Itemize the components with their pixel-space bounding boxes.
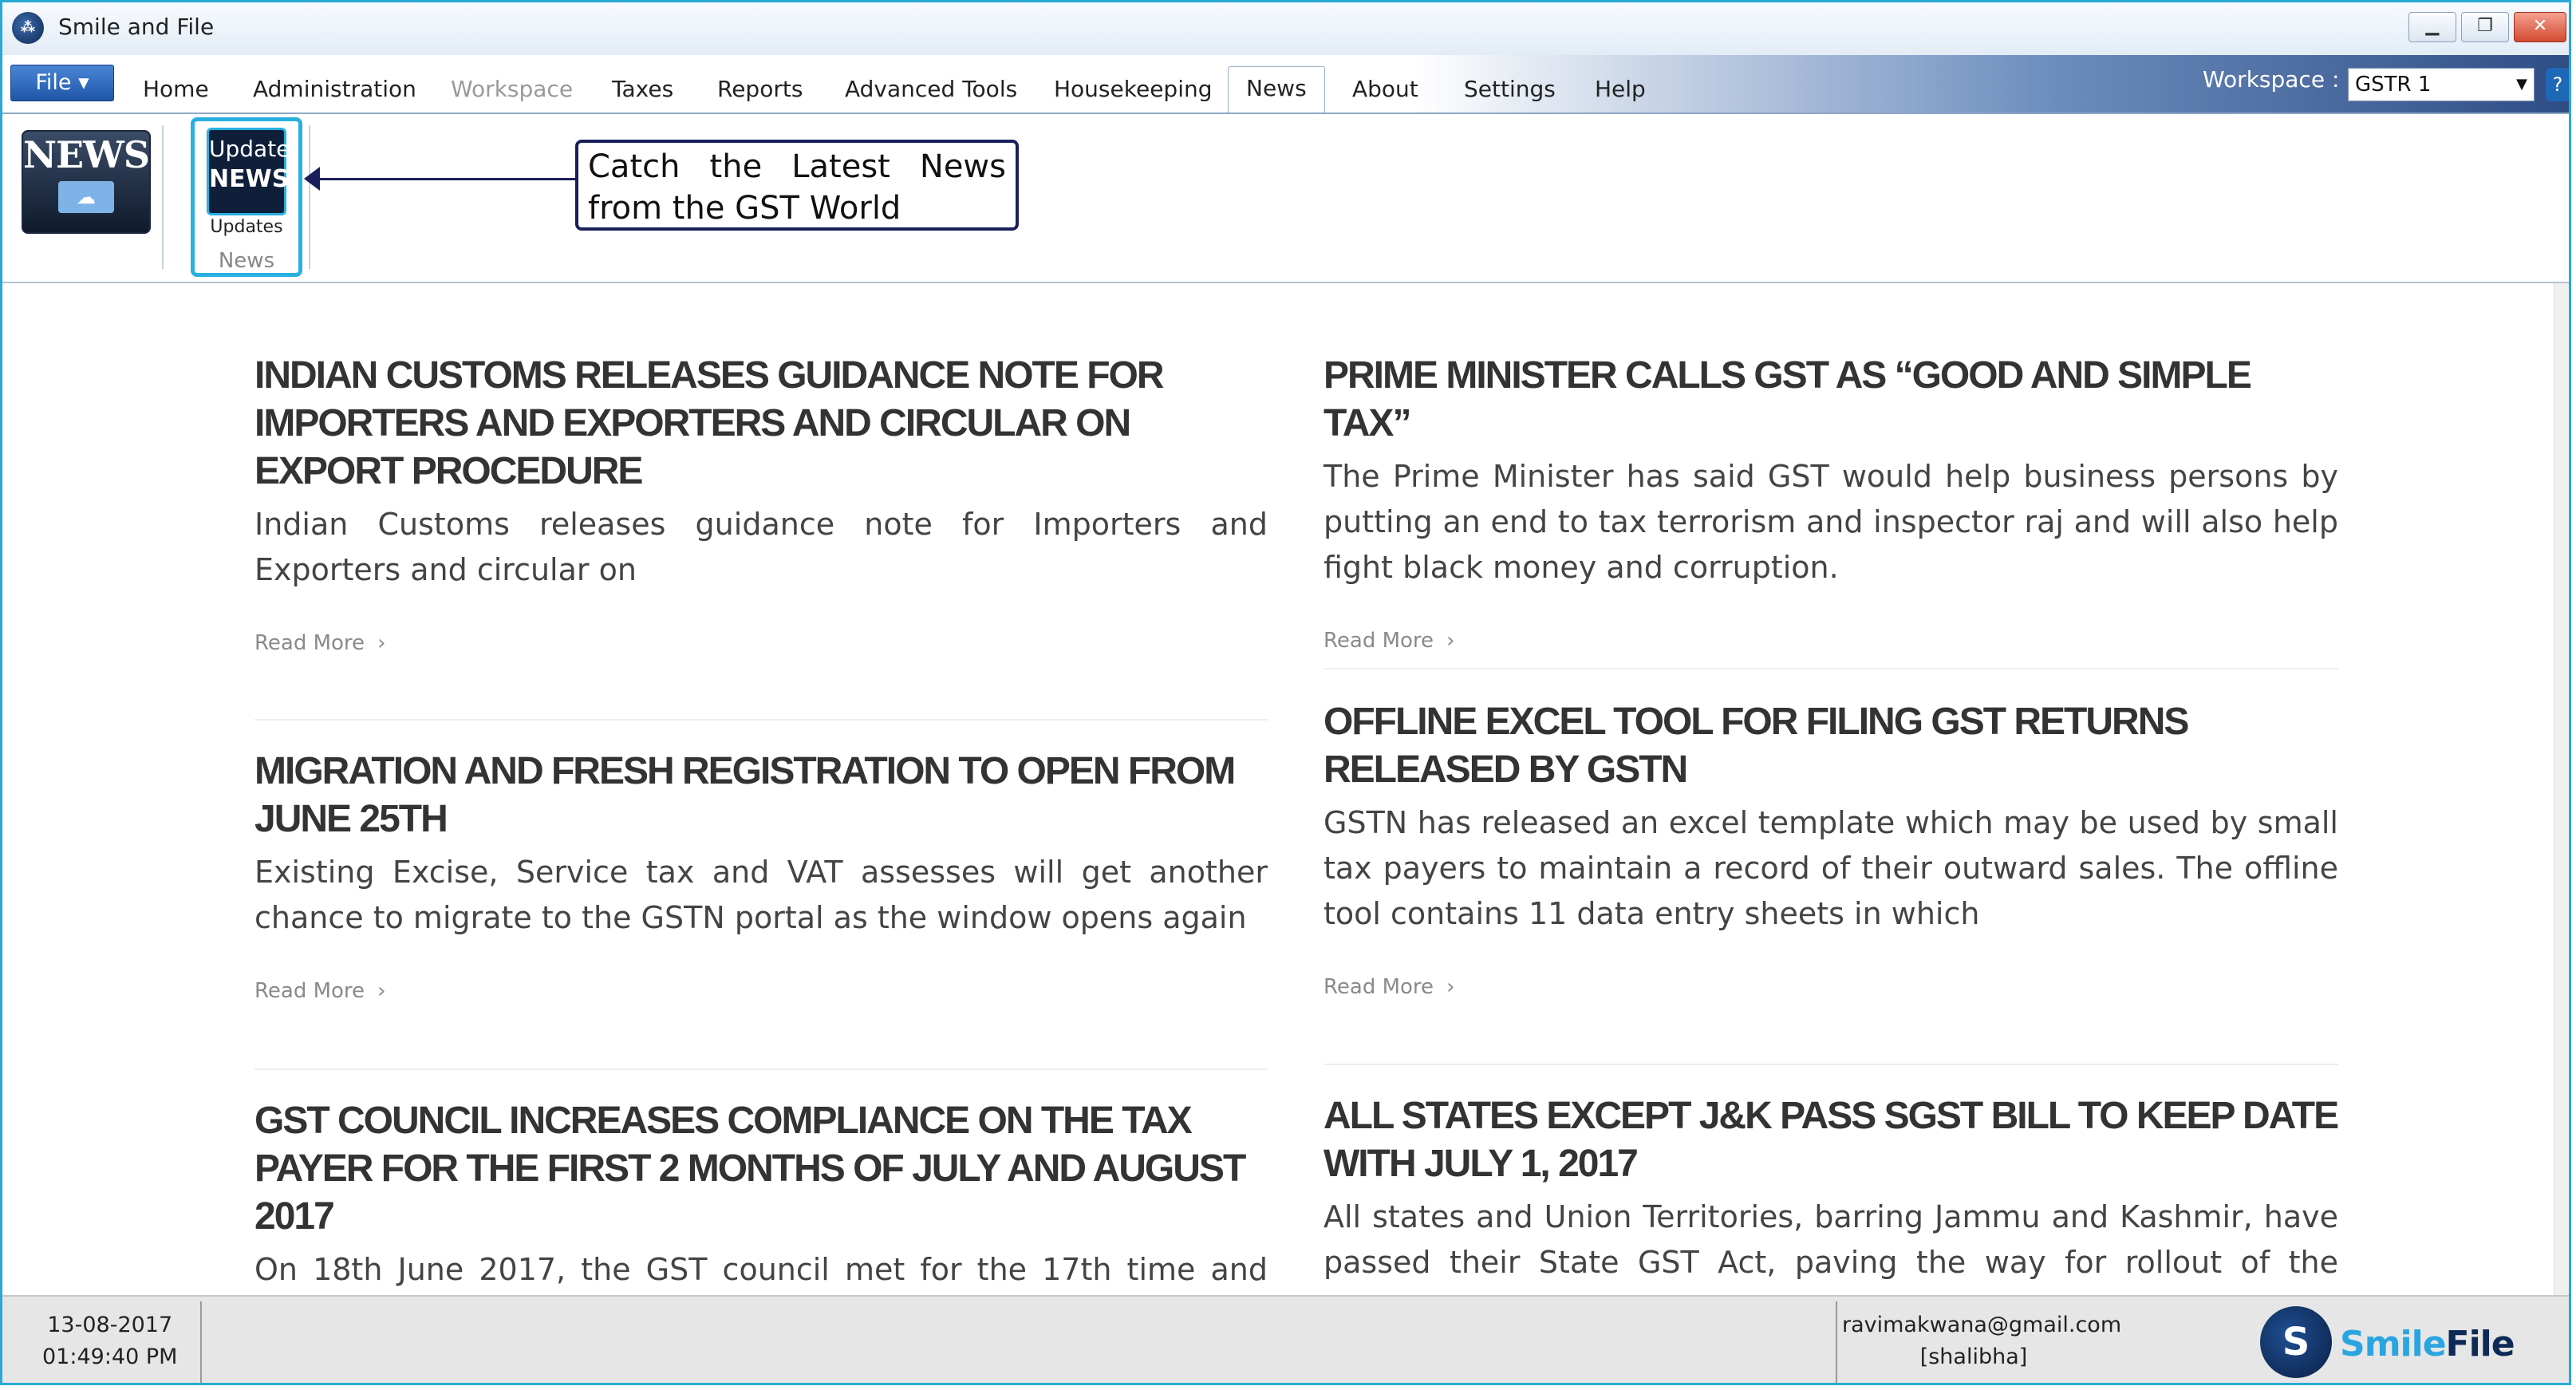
update-news-label: Updates: [210, 217, 283, 237]
read-more-label: Read More: [1324, 629, 1434, 653]
globe-icon: ☁: [58, 181, 114, 213]
news-summary: The Prime Minister has said GST would he…: [1324, 459, 2338, 585]
close-button[interactable]: ✕: [2514, 12, 2566, 42]
status-date: 13-08-2017: [47, 1313, 173, 1337]
news-headline[interactable]: MIGRATION AND FRESH REGISTRATION TO OPEN…: [254, 748, 1268, 843]
menu-home[interactable]: Home: [143, 76, 209, 102]
ribbon-separator: [309, 125, 310, 269]
update-news-top-text: Update: [209, 136, 290, 162]
file-menu-button[interactable]: File ▾: [10, 65, 114, 101]
news-article: OFFLINE EXCEL TOOL FOR FILING GST RETURN…: [1324, 698, 2338, 999]
workspace-label: Workspace :: [2203, 66, 2340, 93]
ribbon: NEWS ☁ Update NEWS Updates News: [2, 114, 2569, 283]
status-bar: 13-08-2017 01:49:40 PM ravimakwana@gmail…: [2, 1295, 2569, 1383]
status-user: ravimakwana@gmail.com [shalibha]: [1842, 1309, 2122, 1373]
news-article: MIGRATION AND FRESH REGISTRATION TO OPEN…: [254, 748, 1268, 1003]
divider: [1324, 1064, 2338, 1065]
menu-about[interactable]: About: [1352, 76, 1418, 102]
read-more-link[interactable]: Read More ›: [254, 979, 1268, 1003]
news-summary: GSTN has released an excel template whic…: [1324, 805, 2338, 931]
chevron-right-icon: ›: [377, 979, 386, 1003]
read-more-link[interactable]: Read More ›: [254, 631, 1268, 655]
chevron-right-icon: ›: [1446, 975, 1455, 999]
help-icon[interactable]: ?: [2546, 68, 2569, 101]
news-summary: Existing Excise, Service tax and VAT ass…: [254, 855, 1268, 935]
chevron-right-icon: ›: [1446, 629, 1455, 653]
news-headline[interactable]: GST COUNCIL INCREASES COMPLIANCE ON THE …: [254, 1097, 1268, 1241]
read-more-link[interactable]: Read More ›: [1324, 629, 2338, 653]
divider: [254, 1068, 1268, 1070]
read-more-label: Read More: [1324, 975, 1434, 999]
workspace-select[interactable]: GSTR 1 ▼: [2348, 68, 2535, 101]
news-logo-icon: NEWS ☁: [22, 130, 151, 234]
menu-news[interactable]: News: [1228, 66, 1325, 113]
news-summary: Indian Customs releases guidance note fo…: [254, 507, 1268, 587]
news-content: INDIAN CUSTOMS RELEASES GUIDANCE NOTE FO…: [2, 283, 2569, 1295]
menu-bar: File ▾ Home Administration Workspace Tax…: [2, 55, 2569, 114]
news-logo-text: NEWS: [23, 133, 150, 176]
menu-workspace: Workspace: [451, 76, 574, 102]
status-email: ravimakwana@gmail.com: [1842, 1313, 2122, 1337]
chevron-right-icon: ›: [377, 631, 386, 655]
divider: [1324, 668, 2338, 669]
news-article: GST COUNCIL INCREASES COMPLIANCE ON THE …: [254, 1097, 1268, 1295]
menu-administration[interactable]: Administration: [253, 76, 416, 102]
divider: [254, 719, 1268, 721]
app-logo-icon: ⁂: [12, 12, 44, 44]
menu-help[interactable]: Help: [1595, 76, 1646, 102]
update-news-bottom-text: NEWS: [209, 165, 290, 193]
news-article: INDIAN CUSTOMS RELEASES GUIDANCE NOTE FO…: [254, 352, 1268, 655]
news-headline[interactable]: INDIAN CUSTOMS RELEASES GUIDANCE NOTE FO…: [254, 352, 1268, 496]
window-title: Smile and File: [58, 14, 215, 40]
menu-reports[interactable]: Reports: [717, 76, 803, 102]
status-separator: [1836, 1301, 1837, 1383]
menu-taxes[interactable]: Taxes: [612, 76, 673, 102]
brand-logo-icon: S: [2260, 1306, 2332, 1378]
brand-smile-text: Smile: [2340, 1324, 2447, 1364]
status-username: [shalibha]: [1919, 1345, 2028, 1369]
update-news-group: Update NEWS Updates News: [191, 117, 302, 277]
callout-box: Catch the Latest News from the GST World: [575, 140, 1019, 231]
news-summary: All states and Union Territories, barrin…: [1324, 1199, 2338, 1295]
minimize-button[interactable]: ▁: [2408, 12, 2456, 42]
news-headline[interactable]: ALL STATES EXCEPT J&K PASS SGST BILL TO …: [1324, 1092, 2339, 1188]
ribbon-group-label: News: [218, 249, 275, 273]
read-more-label: Read More: [254, 979, 365, 1003]
menu-housekeeping[interactable]: Housekeeping: [1054, 76, 1213, 102]
menu-settings[interactable]: Settings: [1464, 76, 1556, 102]
vertical-scrollbar[interactable]: [2554, 283, 2569, 1295]
brand-logo-text: SmileFile: [2340, 1324, 2515, 1364]
status-datetime: 13-08-2017 01:49:40 PM: [42, 1309, 177, 1373]
brand-file-text: File: [2445, 1324, 2515, 1364]
app-window: ⁂ Smile and File ▁ ❐ ✕ File ▾ Home Admin…: [0, 0, 2571, 1385]
news-article: ALL STATES EXCEPT J&K PASS SGST BILL TO …: [1324, 1092, 2339, 1295]
menu-advanced-tools[interactable]: Advanced Tools: [845, 76, 1017, 102]
title-bar: ⁂ Smile and File ▁ ❐ ✕: [2, 2, 2569, 56]
news-article: PRIME MINISTER CALLS GST AS “GOOD AND SI…: [1324, 352, 2338, 653]
read-more-label: Read More: [254, 631, 365, 655]
workspace-select-value: GSTR 1: [2355, 73, 2432, 97]
status-time: 01:49:40 PM: [42, 1345, 178, 1369]
chevron-down-icon: ▼: [2516, 76, 2527, 93]
ribbon-separator: [162, 125, 164, 269]
read-more-link[interactable]: Read More ›: [1324, 975, 2338, 999]
news-summary: On 18th June 2017, the GST council met f…: [254, 1252, 1268, 1287]
news-headline[interactable]: PRIME MINISTER CALLS GST AS “GOOD AND SI…: [1324, 352, 2338, 448]
status-separator: [200, 1301, 202, 1383]
restore-button[interactable]: ❐: [2461, 12, 2509, 42]
update-news-button[interactable]: Update NEWS: [207, 128, 290, 215]
callout-arrow: [312, 178, 575, 180]
news-headline[interactable]: OFFLINE EXCEL TOOL FOR FILING GST RETURN…: [1324, 698, 2338, 794]
